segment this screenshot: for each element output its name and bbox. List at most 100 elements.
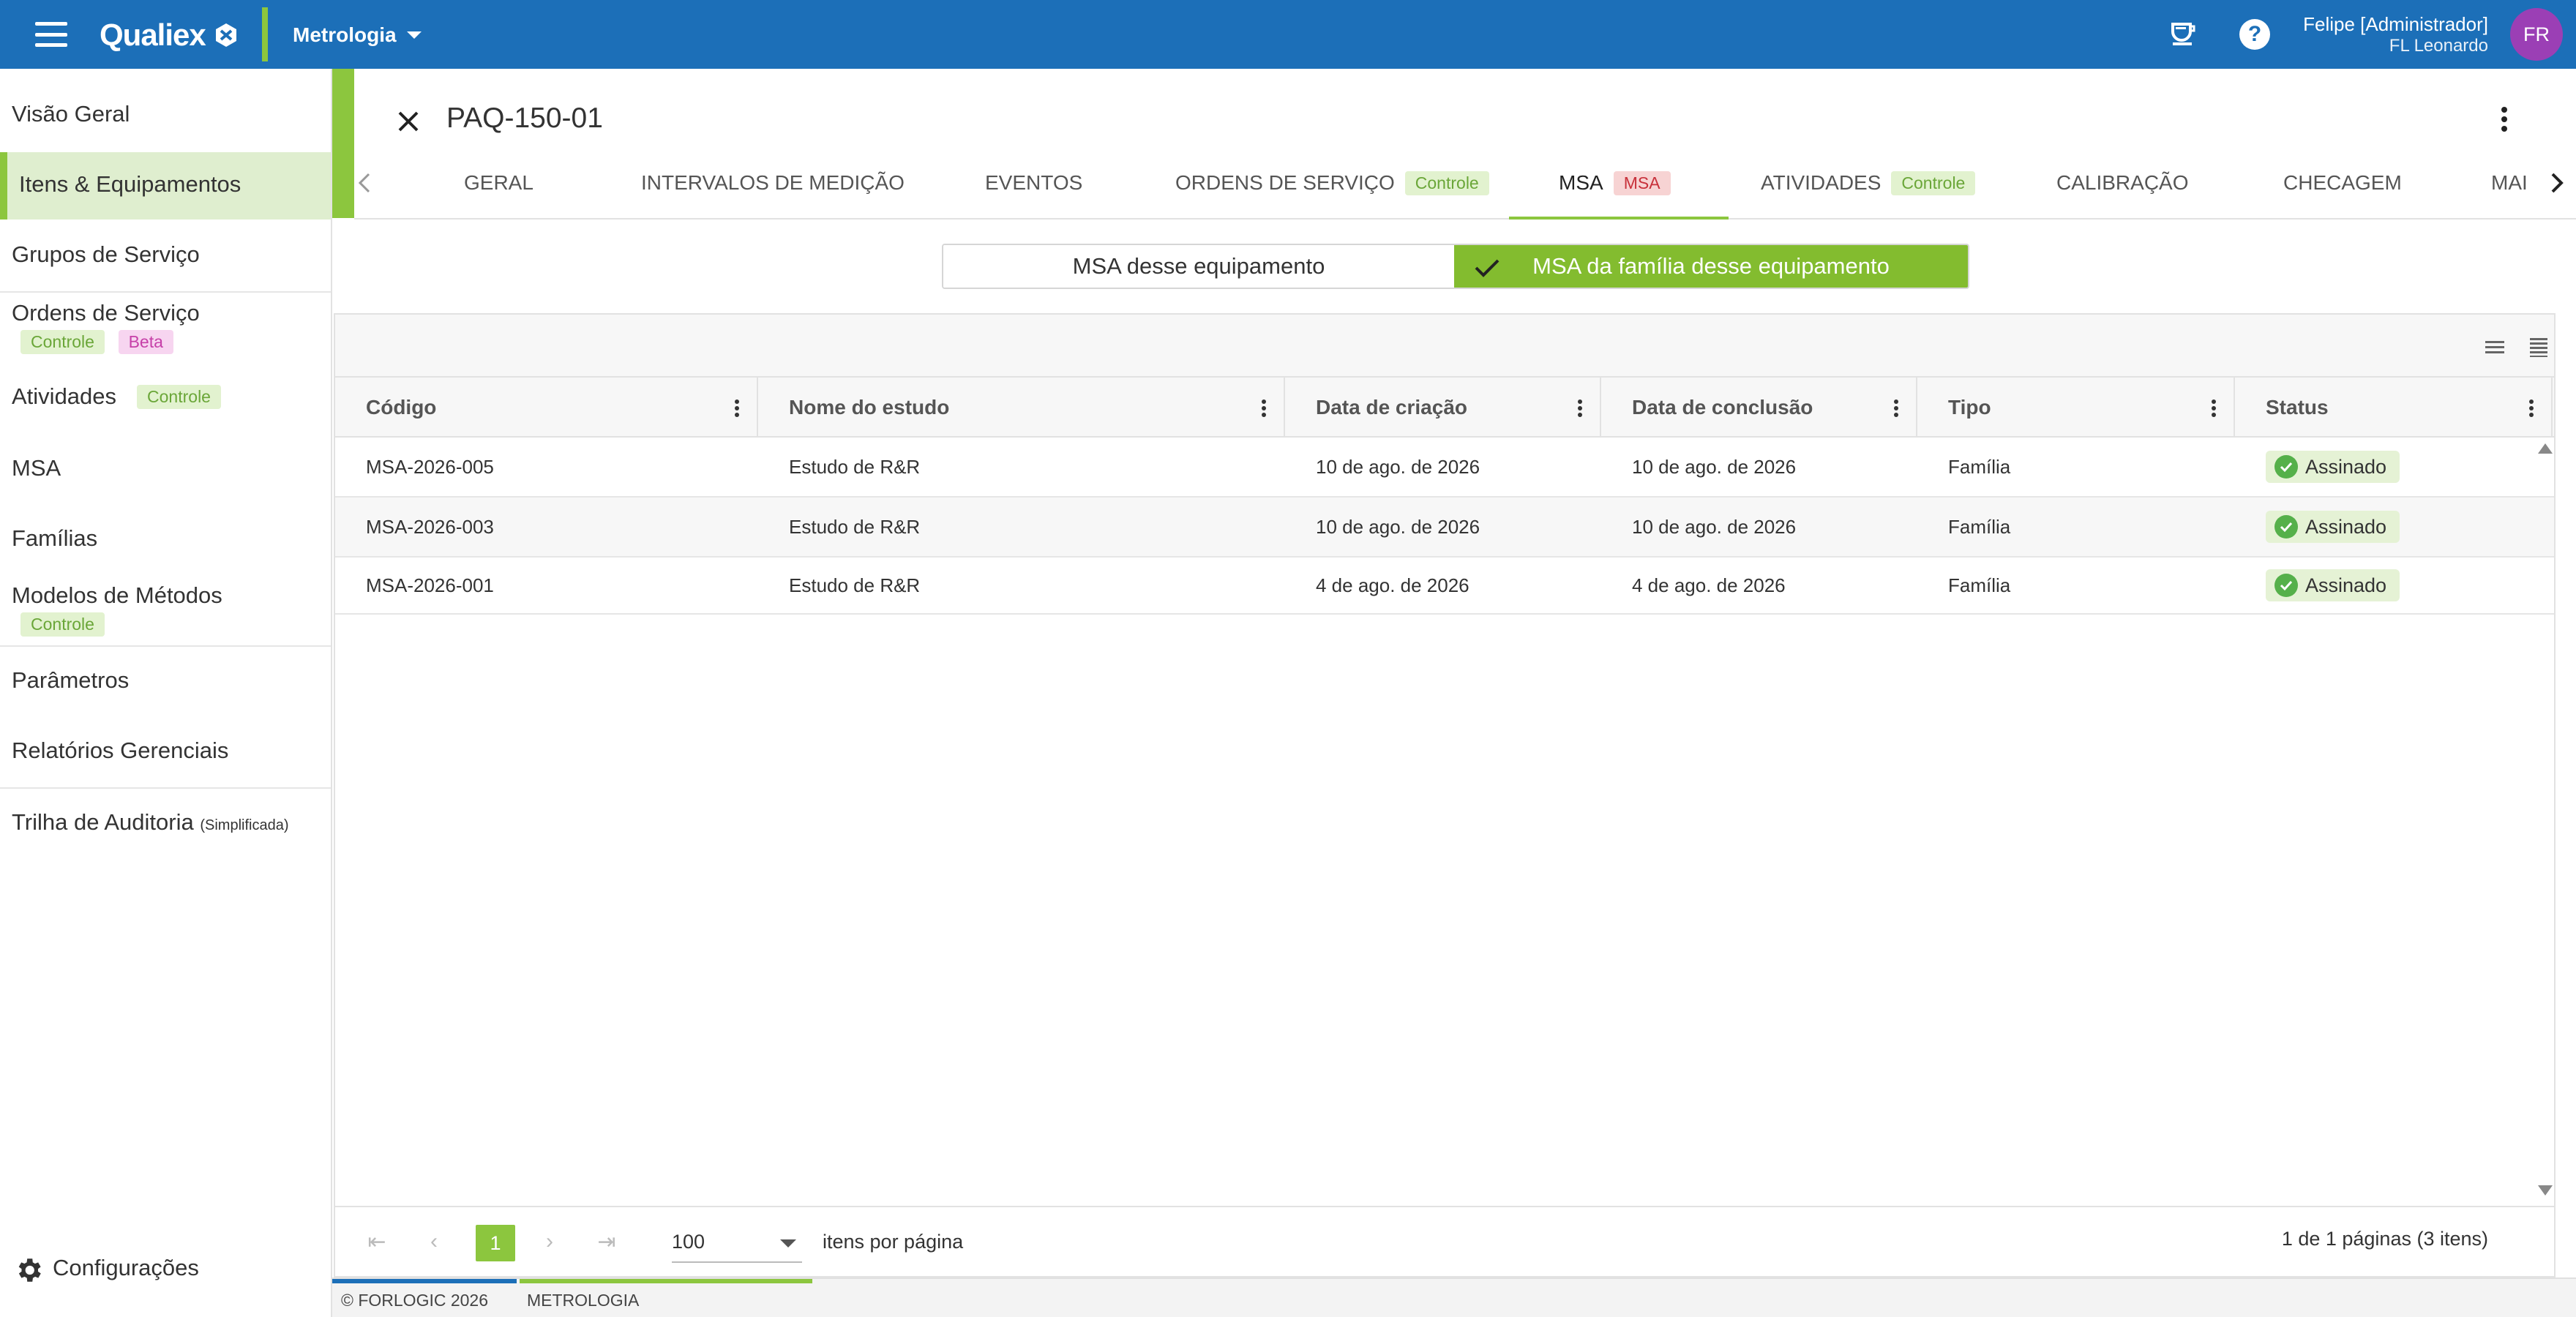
density-dense-icon[interactable] — [2528, 337, 2550, 357]
per-page-label: itens por página — [823, 1231, 964, 1253]
tab-atividades[interactable]: ATIVIDADES Controle — [1761, 146, 1976, 220]
column-menu-icon[interactable] — [2212, 399, 2217, 419]
previous-page-icon[interactable]: ‹ — [422, 1229, 446, 1254]
sidebar-item-ordens-de-servico[interactable]: Ordens de Serviço Controle Beta — [0, 300, 331, 355]
logo-divider — [262, 7, 268, 61]
column-header-codigo[interactable]: Código — [335, 378, 758, 438]
chevron-right-icon[interactable] — [2545, 168, 2567, 198]
current-page-button[interactable]: 1 — [476, 1225, 515, 1261]
page-title: PAQ-150-01 — [446, 102, 603, 134]
tab-eventos[interactable]: EVENTOS — [985, 146, 1082, 220]
sidebar-item-label: Visão Geral — [12, 101, 130, 127]
module-selector[interactable]: Metrologia — [293, 20, 422, 50]
tab-intervalos-de-medicao[interactable]: INTERVALOS DE MEDIÇÃO — [641, 146, 905, 220]
brand-logo[interactable]: Qualiex — [100, 15, 239, 56]
help-icon[interactable]: ? — [2238, 18, 2272, 51]
column-menu-icon[interactable] — [2529, 399, 2535, 419]
cell-tipo: Família — [1948, 455, 2011, 478]
cell-nome-do-estudo: Estudo de R&R — [789, 515, 921, 538]
user-organization: FL Leonardo — [2389, 36, 2488, 56]
sidebar-item-label: Famílias — [12, 525, 98, 551]
hamburger-menu-icon[interactable] — [35, 22, 67, 47]
question-mark-icon: ? — [2239, 19, 2270, 50]
close-icon[interactable] — [392, 105, 424, 138]
table-row[interactable]: MSA-2026-001 Estudo de R&R 4 de ago. de … — [335, 558, 2554, 615]
table-row[interactable]: MSA-2026-005 Estudo de R&R 10 de ago. de… — [335, 438, 2554, 498]
density-compact-icon[interactable] — [2484, 337, 2506, 357]
tab-ordens-de-servico[interactable]: ORDENS DE SERVIÇO Controle — [1175, 146, 1489, 220]
status-badge: Assinado — [2266, 569, 2400, 601]
msa-scope-toggle: MSA desse equipamento MSA da família des… — [942, 244, 1969, 289]
tab-label: MSA — [1559, 171, 1603, 194]
status-badge: Assinado — [2266, 451, 2400, 483]
active-section-indicator — [332, 69, 354, 218]
sidebar-item-label: MSA — [12, 455, 61, 481]
column-header-data-de-conclusao[interactable]: Data de conclusão — [1601, 378, 1917, 438]
page-info: 1 de 1 páginas (3 itens) — [2281, 1228, 2488, 1250]
cup-icon — [2171, 23, 2195, 45]
sidebar-item-trilha-de-auditoria[interactable]: Trilha de Auditoria (Simplificada) — [0, 809, 331, 836]
settings-link[interactable]: Configurações — [53, 1255, 199, 1281]
toggle-equipment-msa[interactable]: MSA desse equipamento — [943, 245, 1454, 288]
chevron-down-icon — [406, 31, 422, 39]
next-page-icon[interactable]: › — [537, 1229, 562, 1254]
tab-checagem[interactable]: CHECAGEM — [2283, 146, 2402, 220]
toggle-family-msa[interactable]: MSA da família desse equipamento — [1454, 245, 1968, 288]
badge-controle: Controle — [1404, 170, 1489, 195]
check-circle-icon — [2274, 515, 2298, 539]
sidebar-item-label: Modelos de Métodos — [12, 582, 222, 608]
sidebar-item-msa[interactable]: MSA — [0, 455, 331, 481]
sidebar-item-familias[interactable]: Famílias — [0, 525, 331, 552]
cell-data-de-criacao: 4 de ago. de 2026 — [1316, 574, 1469, 596]
sidebar-item-label: Atividades — [12, 383, 117, 409]
more-options-icon[interactable] — [2496, 107, 2513, 136]
column-menu-icon[interactable] — [1894, 399, 1900, 419]
sidebar-item-grupos-de-servico[interactable]: Grupos de Serviço — [0, 241, 331, 268]
tab-label: EVENTOS — [985, 171, 1083, 194]
column-header-tipo[interactable]: Tipo — [1917, 378, 2235, 438]
column-header-label: Tipo — [1948, 396, 1991, 419]
tab-calibracao[interactable]: CALIBRAÇÃO — [2056, 146, 2189, 220]
cell-status: Assinado — [2235, 558, 2400, 613]
sidebar-item-label: Grupos de Serviço — [12, 241, 200, 267]
gear-icon[interactable] — [13, 1255, 44, 1286]
tab-label: CHECAGEM — [2283, 171, 2402, 194]
avatar[interactable]: FR — [2510, 8, 2563, 61]
column-header-status[interactable]: Status — [2235, 378, 2553, 438]
cell-data-de-criacao: 10 de ago. de 2026 — [1316, 515, 1480, 538]
first-page-icon[interactable]: ⇤ — [364, 1229, 389, 1254]
last-page-icon[interactable]: ⇥ — [594, 1229, 619, 1254]
sidebar-item-atividades[interactable]: Atividades Controle — [0, 383, 331, 410]
column-header-label: Nome do estudo — [789, 396, 950, 419]
column-header-nome-do-estudo[interactable]: Nome do estudo — [758, 378, 1285, 438]
tab-label: GERAL — [464, 171, 533, 194]
sidebar-item-itens-equipamentos[interactable]: Itens & Equipamentos — [0, 152, 331, 220]
tab-msa[interactable]: MSA MSA — [1559, 146, 1671, 220]
sidebar-item-parametros[interactable]: Parâmetros — [0, 667, 331, 694]
column-header-data-de-criacao[interactable]: Data de criação — [1285, 378, 1601, 438]
column-menu-icon[interactable] — [735, 399, 741, 419]
column-menu-icon[interactable] — [1262, 399, 1268, 419]
sidebar-item-label: Trilha de Auditoria — [12, 809, 194, 835]
table-row[interactable]: MSA-2026-003 Estudo de R&R 10 de ago. de… — [335, 498, 2554, 558]
sidebar-item-visao-geral[interactable]: Visão Geral — [0, 101, 331, 127]
active-tab-indicator — [1509, 217, 1729, 220]
coffee-cup-icon[interactable] — [2166, 18, 2200, 51]
page-size-select[interactable]: 100 — [672, 1222, 802, 1263]
tab-geral[interactable]: GERAL — [464, 146, 533, 220]
sidebar-divider — [0, 787, 331, 789]
tab-mai[interactable]: MAI — [2491, 146, 2538, 220]
column-menu-icon[interactable] — [1578, 399, 1584, 419]
check-circle-icon — [2274, 455, 2298, 479]
sidebar-item-relatorios-gerenciais[interactable]: Relatórios Gerenciais — [0, 738, 331, 764]
cell-codigo: MSA-2026-005 — [366, 455, 494, 478]
scroll-up-icon[interactable] — [2538, 443, 2553, 454]
badge-controle: Controle — [20, 330, 105, 355]
scroll-down-icon[interactable] — [2538, 1185, 2553, 1196]
chevron-left-icon[interactable] — [354, 168, 376, 198]
user-info[interactable]: Felipe [Administrador] FL Leonardo — [2303, 13, 2488, 57]
cell-nome-do-estudo: Estudo de R&R — [789, 574, 921, 596]
check-circle-icon — [2274, 574, 2298, 597]
cell-codigo: MSA-2026-001 — [366, 574, 494, 596]
sidebar-item-modelos-de-metodos[interactable]: Modelos de Métodos Controle — [0, 582, 331, 637]
